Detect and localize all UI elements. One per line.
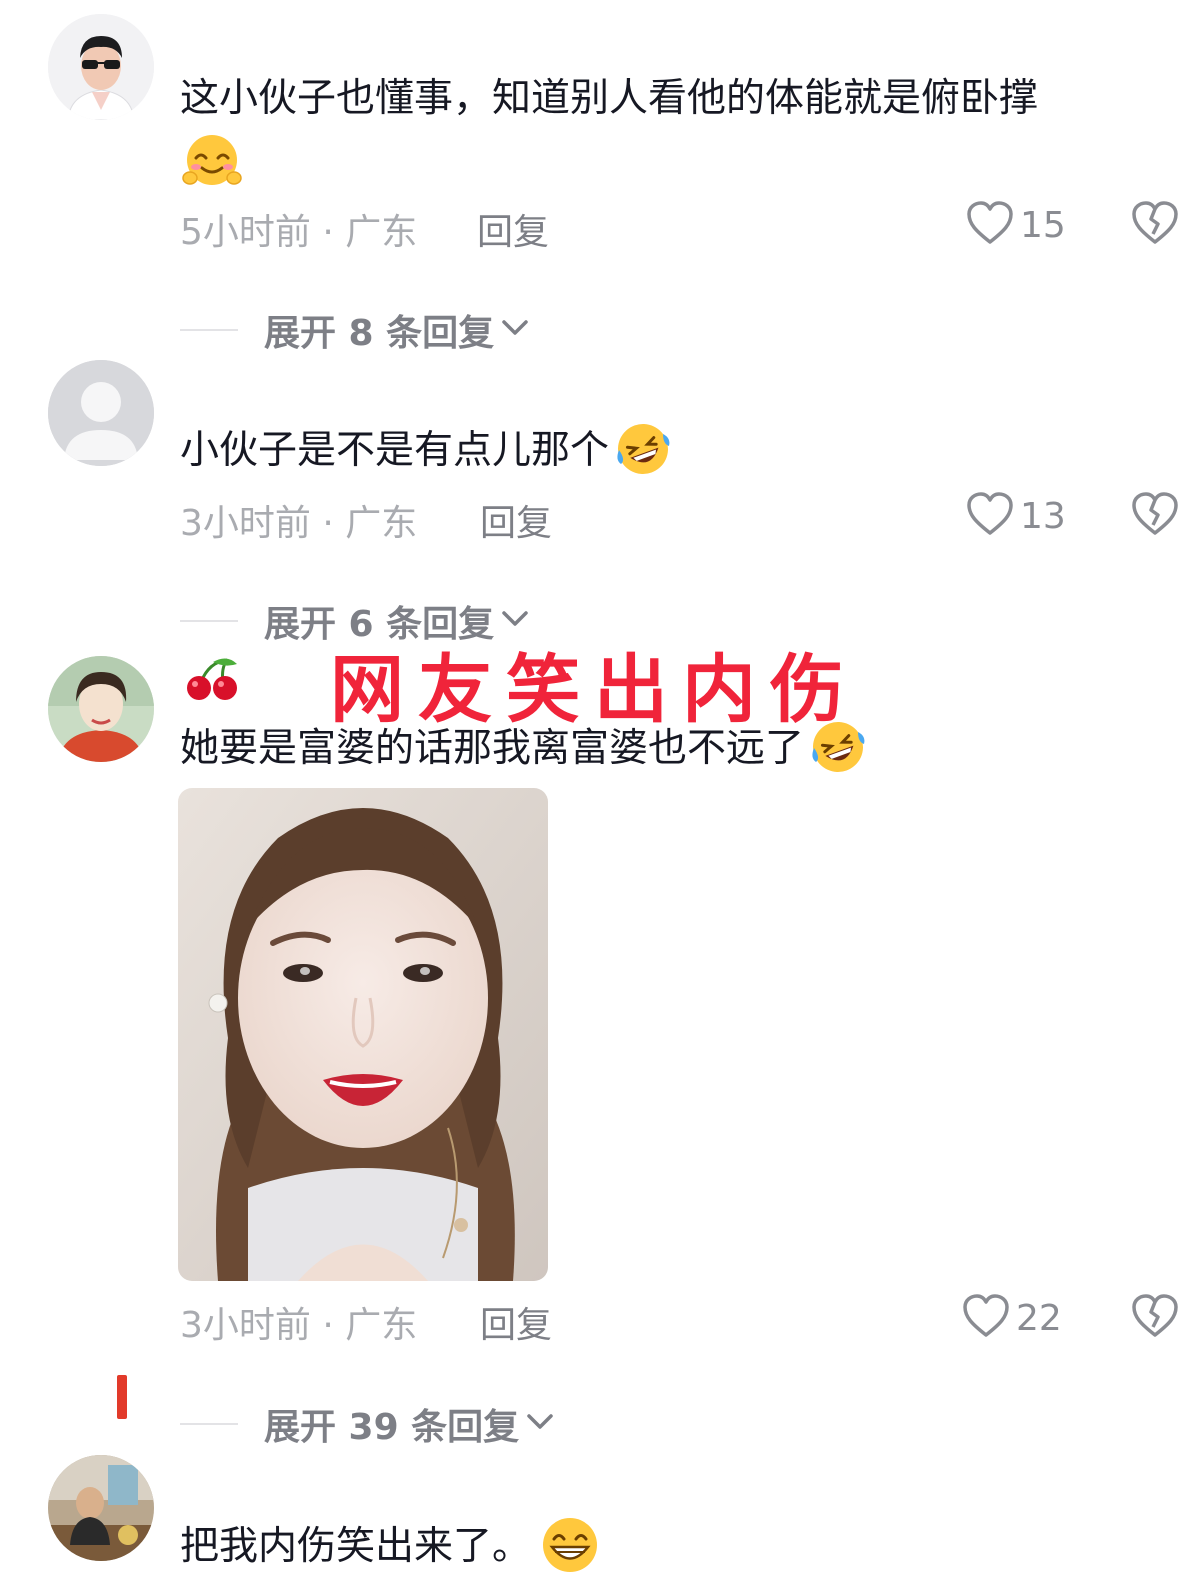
like-button[interactable]: 15	[966, 200, 1066, 250]
comment-text: 这小伙子也懂事，知道别人看他的体能就是俯卧撑	[180, 76, 1039, 121]
like-count: 13	[1020, 495, 1066, 537]
avatar[interactable]	[48, 14, 154, 120]
decorative-mark	[117, 1375, 127, 1419]
dislike-button[interactable]	[1131, 1293, 1187, 1341]
comment-text: 把我内伤笑出来了。	[180, 1524, 532, 1569]
comment-attached-image[interactable]	[178, 788, 548, 1281]
broken-heart-icon	[1131, 201, 1179, 248]
reply-button[interactable]: 回复	[477, 203, 549, 255]
broken-heart-icon	[1131, 1294, 1179, 1341]
dislike-button[interactable]	[1131, 200, 1187, 248]
heart-outline-icon	[966, 200, 1014, 250]
comment-meta: 3小时前 · 广东	[180, 1305, 418, 1346]
dislike-button[interactable]	[1131, 491, 1187, 539]
like-button[interactable]: 22	[962, 1293, 1062, 1343]
like-button[interactable]: 13	[966, 491, 1066, 541]
reply-button[interactable]: 回复	[480, 1296, 552, 1348]
cherry-icon	[183, 656, 243, 706]
smiling-face-emoji-icon	[182, 130, 242, 192]
broken-heart-icon	[1131, 492, 1179, 539]
chevron-down-icon	[500, 317, 530, 343]
comment-meta: 3小时前 · 广东	[180, 503, 418, 544]
chevron-down-icon	[525, 1411, 555, 1437]
avatar[interactable]	[48, 360, 154, 466]
like-count: 15	[1020, 204, 1066, 246]
comment-text-row: 小伙子是不是有点儿那个	[180, 420, 673, 482]
heart-outline-icon	[962, 1293, 1010, 1343]
expand-replies-label: 展开 8 条回复	[264, 313, 495, 354]
divider-line	[180, 620, 238, 622]
heart-outline-icon	[966, 491, 1014, 541]
comment-text: 小伙子是不是有点儿那个	[180, 428, 610, 473]
comment-text-row: 把我内伤笑出来了。	[180, 1514, 601, 1580]
comment-text-row: 她要是富婆的话那我离富婆也不远了	[180, 718, 868, 780]
grinning-face-emoji-icon	[539, 1514, 601, 1580]
comment-text: 她要是富婆的话那我离富婆也不远了	[180, 726, 805, 771]
reply-button[interactable]: 回复	[480, 494, 552, 546]
rolling-laughing-emoji-icon	[613, 420, 673, 482]
avatar[interactable]	[48, 656, 154, 762]
divider-line	[180, 329, 238, 331]
expand-replies-label: 展开 39 条回复	[264, 1407, 520, 1448]
like-count: 22	[1016, 1297, 1062, 1339]
avatar[interactable]	[48, 1455, 154, 1561]
comment-meta: 5小时前 · 广东	[180, 212, 418, 253]
rolling-laughing-emoji-icon	[808, 718, 868, 780]
expand-replies-button[interactable]: 展开 39 条回复	[180, 1398, 555, 1450]
expand-replies-button[interactable]: 展开 8 条回复	[180, 304, 530, 356]
divider-line	[180, 1423, 238, 1425]
